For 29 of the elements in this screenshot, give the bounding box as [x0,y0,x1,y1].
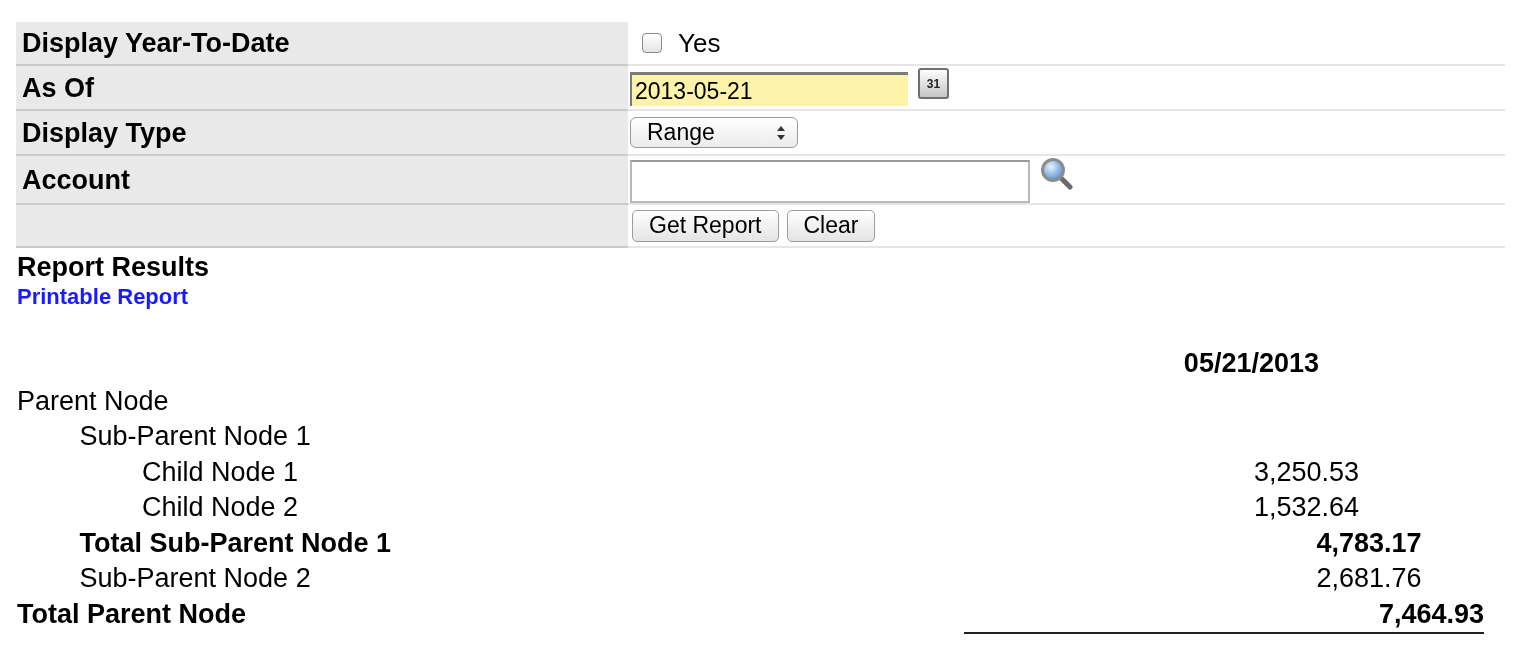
row-label: Sub-Parent Node 2 [79,562,311,595]
field-label: Display Type [22,117,187,148]
account-field[interactable] [630,160,1030,203]
row-label: Child Node 2 [142,491,299,524]
total-label: Total Parent Node [17,597,247,630]
form-button[interactable]: Clear [786,209,876,242]
checkbox-label: Yes [678,28,721,58]
date-field[interactable]: 2013-05-21 [630,72,908,106]
row-label: Sub-Parent Node 1 [79,420,311,453]
display-type-select[interactable]: Range [630,117,798,148]
updown-arrows-icon [777,125,785,140]
field-label: Display Year-To-Date [22,28,290,58]
total-label: Total Sub-Parent Node 1 [79,526,392,559]
checkbox[interactable] [642,33,662,53]
row-label: Parent Node [17,384,169,417]
field-label: Account [22,164,130,195]
amount: 3,250.53 [1253,455,1359,488]
calendar-button[interactable]: 31 [918,68,949,99]
field-label: As Of [22,72,94,103]
amount: 2,681.76 [1316,562,1422,595]
search-icon[interactable] [1040,157,1073,190]
total-amount: 4,783.17 [1316,526,1422,559]
row-label: Child Node 1 [142,455,299,488]
section-title: Report Results [17,252,210,282]
printable-report-link[interactable]: Printable Report [17,284,189,309]
date-column-header: 05/21/2013 [1183,347,1319,380]
total-amount: 7,464.93 [1378,597,1484,630]
amount: 1,532.64 [1253,491,1359,524]
form-button[interactable]: Get Report [632,209,779,242]
